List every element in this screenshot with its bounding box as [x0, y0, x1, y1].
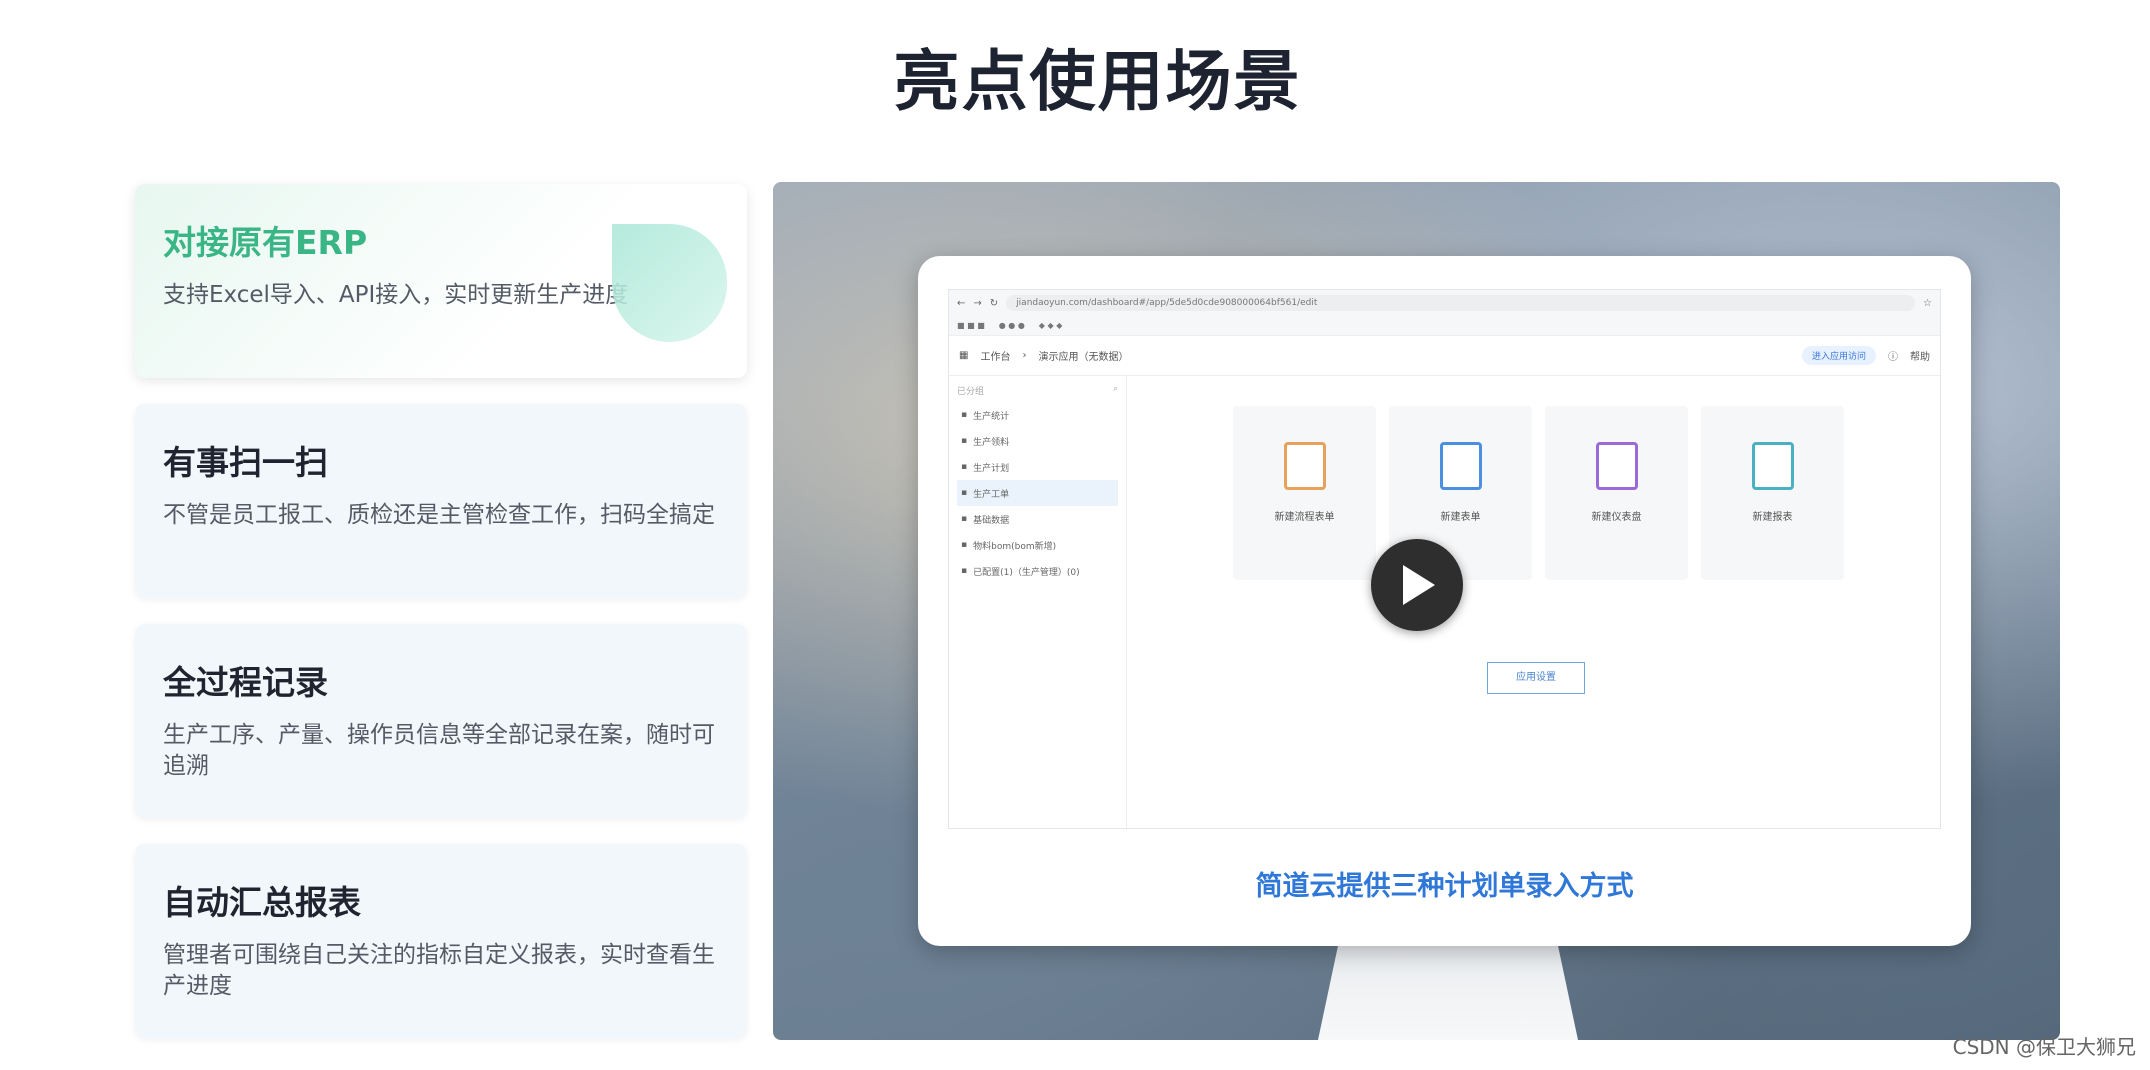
feature-desc: 管理者可围绕自己关注的指标自定义报表，实时查看生产进度: [163, 942, 715, 999]
video-panel[interactable]: ← → ↻ jiandaoyun.com/dashboard#/app/5de5…: [773, 182, 2060, 1040]
dashboard-icon: [1595, 442, 1638, 490]
bookmarks-bar: ■ ■ ■ ● ● ● ◆ ◆ ◆: [949, 316, 1940, 336]
sidebar-item: ▪ 基础数据: [961, 514, 1010, 526]
monitor-stand: [1318, 942, 1578, 1040]
sidebar-item: ▪ 生产计划: [961, 462, 1010, 474]
sidebar-item: ▪ 物料bom(bom新增): [961, 540, 1057, 552]
url-field: jiandaoyun.com/dashboard#/app/5de5d0cde9…: [1006, 295, 1916, 311]
tile-new-report: 新建报表: [1701, 406, 1844, 580]
tile-new-process-form: 新建流程表单: [1233, 406, 1376, 580]
sidebar-item: ▪ 已配置(1)（生产管理）(0): [961, 566, 1080, 578]
help-icon: ⓘ: [1888, 352, 1898, 363]
star-icon: ☆: [1923, 297, 1932, 309]
app-settings-button: 应用设置: [1487, 662, 1585, 694]
search-icon: ⌕: [1112, 384, 1118, 394]
decorative-blob: [612, 224, 727, 342]
back-icon: ←: [957, 297, 966, 309]
feature-desc: 生产工序、产量、操作员信息等全部记录在案，随时可追溯: [163, 722, 715, 779]
app-main: 新建流程表单 新建表单 新建仪表盘 新建报表 应用设置: [1127, 376, 1940, 828]
watermark: CSDN @保卫大狮兄: [1952, 1035, 2136, 1059]
feature-title: 全过程记录: [163, 663, 328, 702]
feature-card-report[interactable]: 自动汇总报表 管理者可围绕自己关注的指标自定义报表，实时查看生产进度: [135, 844, 747, 1038]
report-icon: [1751, 442, 1794, 490]
feature-title: 自动汇总报表: [163, 883, 361, 922]
bookmark-item: ◆ ◆ ◆: [1038, 321, 1063, 330]
breadcrumb-home: 工作台: [980, 352, 1011, 363]
sidebar-item: ▪ 生产领料: [961, 436, 1010, 448]
forward-icon: →: [973, 297, 982, 309]
app-sidebar: 已分组 ⌕ ▪ 生产统计 ▪ 生产领料 ▪ 生产计划 ▪ 生产工单 ▪ 基础数据 ▪ 物料b…: [949, 376, 1127, 828]
feature-card-scan[interactable]: 有事扫一扫 不管是员工报工、质检还是主管检查工作，扫码全搞定: [135, 404, 747, 598]
app-header: ▦ 工作台 › 演示应用（无数据） 进入应用访问 ⓘ 帮助: [949, 336, 1940, 376]
play-button[interactable]: [1371, 539, 1463, 631]
sidebar-item: ▪ 生产工单: [957, 480, 1118, 506]
bookmark-item: ■ ■ ■: [957, 321, 985, 330]
grid-icon: ▦: [959, 350, 969, 361]
address-bar: ← → ↻ jiandaoyun.com/dashboard#/app/5de5…: [949, 290, 1940, 316]
form-icon: [1439, 442, 1482, 490]
enter-app-button: 进入应用访问: [1801, 346, 1876, 365]
tile-new-dashboard: 新建仪表盘: [1545, 406, 1688, 580]
sidebar-item: ▪ 生产统计: [961, 410, 1010, 422]
reload-icon: ↻: [989, 297, 999, 309]
bookmark-item: ● ● ●: [998, 321, 1025, 330]
process-form-icon: [1283, 442, 1326, 490]
sidebar-search: 已分组 ⌕: [957, 384, 1118, 402]
feature-desc: 不管是员工报工、质检还是主管检查工作，扫码全搞定: [163, 502, 715, 528]
feature-card-erp[interactable]: 对接原有ERP 支持Excel导入、API接入，实时更新生产进度: [135, 184, 747, 378]
page-title: 亮点使用场景: [893, 43, 1302, 120]
help-label: 帮助: [1910, 352, 1930, 363]
video-caption: 简道云提供三种计划单录入方式: [1255, 871, 1634, 902]
feature-card-record[interactable]: 全过程记录 生产工序、产量、操作员信息等全部记录在案，随时可追溯: [135, 624, 747, 818]
feature-title: 有事扫一扫: [163, 443, 328, 482]
play-icon: [1403, 565, 1435, 605]
breadcrumb-separator-icon: ›: [1022, 350, 1027, 361]
breadcrumb-app: 演示应用（无数据）: [1038, 352, 1129, 363]
